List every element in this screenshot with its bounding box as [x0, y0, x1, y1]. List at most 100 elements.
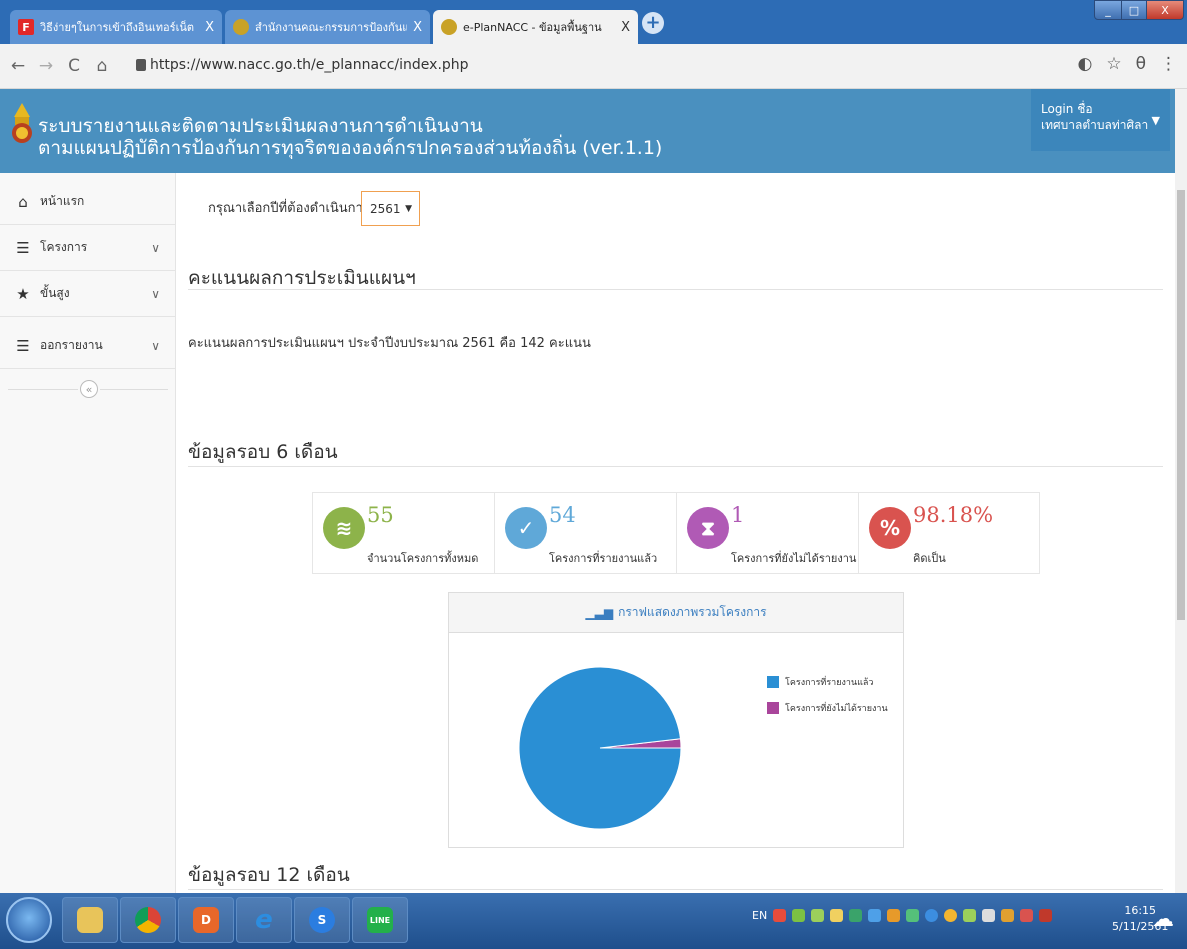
home-icon: ⌂ — [18, 192, 28, 211]
legend-swatch — [767, 702, 779, 714]
stat-total-projects: ≋ 55 จำนวนโครงการทั้งหมด — [313, 493, 495, 573]
chart-panel: ▁▃▆ กราฟแสดงภาพรวมโครงการ โครงการที่รายง… — [448, 592, 904, 848]
app-s-icon: S — [309, 907, 335, 933]
tray-icon[interactable] — [925, 909, 939, 922]
browser-tab-3[interactable]: e-PlanNACC - ข้อมูลพื้นฐาน X — [433, 10, 638, 44]
taskbar-presentation[interactable]: D — [178, 897, 234, 943]
twelve-month-heading: ข้อมูลรอบ 12 เดือน — [188, 864, 350, 886]
chevron-down-icon: ∨ — [151, 338, 160, 353]
stat-label: จำนวนโครงการทั้งหมด — [367, 552, 479, 565]
nacc-logo-icon — [12, 103, 32, 143]
volume-icon[interactable] — [982, 909, 996, 922]
sidebar-collapse: « — [0, 377, 176, 403]
app-title-line2: ตามแผนปฏิบัติการป้องกันการทุจริตขององค์ก… — [38, 137, 663, 159]
start-button[interactable] — [6, 897, 52, 943]
extension-icon[interactable]: ◐ — [1078, 54, 1093, 74]
stats-panel: ≋ 55 จำนวนโครงการทั้งหมด ✓ 54 โครงการที่… — [312, 492, 1040, 574]
stat-value: 54 — [549, 503, 576, 527]
caret-down-icon: ▼ — [405, 204, 412, 214]
divider — [188, 889, 1163, 890]
tab-close-icon[interactable]: X — [621, 20, 630, 35]
stat-value: 55 — [367, 503, 394, 527]
list-icon: ☰ — [16, 238, 30, 257]
cloud-icon[interactable]: ☁ — [1152, 907, 1174, 932]
stat-value: 1 — [731, 503, 745, 527]
taskbar-ie[interactable]: e — [236, 897, 292, 943]
taskbar-explorer[interactable] — [62, 897, 118, 943]
menu-icon[interactable]: ⋮ — [1160, 54, 1177, 74]
legend-label: โครงการที่ยังไม่ได้รายงาน — [785, 704, 888, 714]
sidebar-item-home[interactable]: ⌂ หน้าแรก — [0, 179, 176, 225]
browser-tab-strip: F วิธีง่ายๆในการเข้าถึงอินเทอร์เน็ต X สำ… — [0, 0, 1187, 44]
language-indicator[interactable]: EN — [752, 909, 767, 922]
reload-icon[interactable]: C — [64, 56, 84, 76]
forward-icon[interactable]: → — [36, 56, 56, 76]
legend-item-unreported: โครงการที่ยังไม่ได้รายงาน — [767, 701, 888, 715]
bar-chart-icon: ▁▃▆ — [585, 605, 614, 620]
taskbar-chrome[interactable] — [120, 897, 176, 943]
system-tray: EN — [752, 909, 1053, 922]
tray-icon[interactable] — [792, 909, 806, 922]
taskbar-app[interactable]: S — [294, 897, 350, 943]
collapse-sidebar-icon[interactable]: « — [80, 380, 98, 398]
lock-icon — [136, 59, 146, 71]
tray-icon[interactable] — [1039, 909, 1053, 922]
six-month-heading: ข้อมูลรอบ 6 เดือน — [188, 441, 338, 463]
signal-icon[interactable] — [963, 909, 977, 922]
signal-icon[interactable] — [811, 909, 825, 922]
close-window-button[interactable]: X — [1146, 0, 1184, 20]
year-select[interactable]: 2561 ▼ — [361, 191, 420, 226]
stat-percent: % 98.18% คิดเป็น — [859, 493, 1041, 573]
scrollbar-thumb[interactable] — [1177, 190, 1185, 620]
stat-value: 98.18% — [913, 503, 994, 527]
tray-icon[interactable] — [830, 909, 844, 922]
maximize-button[interactable]: □ — [1121, 0, 1147, 20]
sidebar-item-projects[interactable]: ☰ โครงการ ∨ — [0, 225, 176, 271]
folder-icon — [77, 907, 103, 933]
profile-icon[interactable]: θ — [1136, 54, 1146, 74]
sidebar-item-advanced[interactable]: ★ ขั้นสูง ∨ — [0, 271, 176, 317]
chrome-icon — [135, 907, 161, 933]
bookmark-star-icon[interactable]: ☆ — [1106, 54, 1121, 74]
tray-icon[interactable] — [868, 909, 882, 922]
tray-icon[interactable] — [773, 909, 787, 922]
stat-reported-projects: ✓ 54 โครงการที่รายงานแล้ว — [495, 493, 677, 573]
sidebar-item-reports[interactable]: ☰ ออกรายงาน ∨ — [0, 323, 176, 369]
browser-tab-2[interactable]: สำนักงานคณะกรรมการป้องกันและปราบปราม X — [225, 10, 430, 44]
stat-unreported-projects: ⧗ 1 โครงการที่ยังไม่ได้รายงาน — [677, 493, 859, 573]
minimize-button[interactable]: _ — [1094, 0, 1122, 20]
tray-icon[interactable] — [944, 909, 958, 922]
caret-down-icon: ▼ — [1151, 114, 1160, 127]
taskbar-line[interactable]: LINE — [352, 897, 408, 943]
line-icon: LINE — [367, 907, 393, 933]
tray-icon[interactable] — [906, 909, 920, 922]
new-tab-button[interactable]: + — [642, 12, 664, 34]
tab-close-icon[interactable]: X — [413, 20, 422, 35]
chevron-down-icon: ∨ — [151, 286, 160, 301]
pie-slice-reported[interactable] — [518, 666, 682, 830]
tab-close-icon[interactable]: X — [205, 20, 214, 35]
login-user-menu[interactable]: Login ชื่อ เทศบาลตำบลท่าศิลา ▼ — [1031, 89, 1170, 151]
star-icon: ★ — [16, 284, 30, 303]
tab-title: วิธีง่ายๆในการเข้าถึงอินเทอร์เน็ต — [40, 21, 194, 34]
tab-title: e-PlanNACC - ข้อมูลพื้นฐาน — [463, 21, 602, 34]
sidebar: ⌂ หน้าแรก ☰ โครงการ ∨ ★ ขั้นสูง ∨ ☰ ออกร… — [0, 173, 176, 893]
url-field[interactable]: https://www.nacc.go.th/e_plannacc/index.… — [150, 57, 469, 73]
sidebar-item-label: หน้าแรก — [40, 194, 85, 208]
chart-header: ▁▃▆ กราฟแสดงภาพรวมโครงการ — [449, 593, 903, 633]
tray-icon[interactable] — [887, 909, 901, 922]
tray-icon[interactable] — [1001, 909, 1015, 922]
chevron-down-icon: ∨ — [151, 240, 160, 255]
nacc-emblem-icon — [441, 19, 457, 35]
browser-tab-1[interactable]: F วิธีง่ายๆในการเข้าถึงอินเทอร์เน็ต X — [10, 10, 222, 44]
stat-label: โครงการที่รายงานแล้ว — [549, 552, 658, 565]
list-icon: ☰ — [16, 336, 30, 355]
database-icon: ≋ — [323, 507, 365, 549]
home-icon[interactable]: ⌂ — [92, 56, 112, 76]
presentation-icon: D — [193, 907, 219, 933]
sidebar-item-label: ขั้นสูง — [40, 286, 70, 300]
flipboard-icon: F — [18, 19, 34, 35]
tray-icon[interactable] — [1020, 909, 1034, 922]
tray-icon[interactable] — [849, 909, 863, 922]
back-icon[interactable]: ← — [8, 56, 28, 76]
